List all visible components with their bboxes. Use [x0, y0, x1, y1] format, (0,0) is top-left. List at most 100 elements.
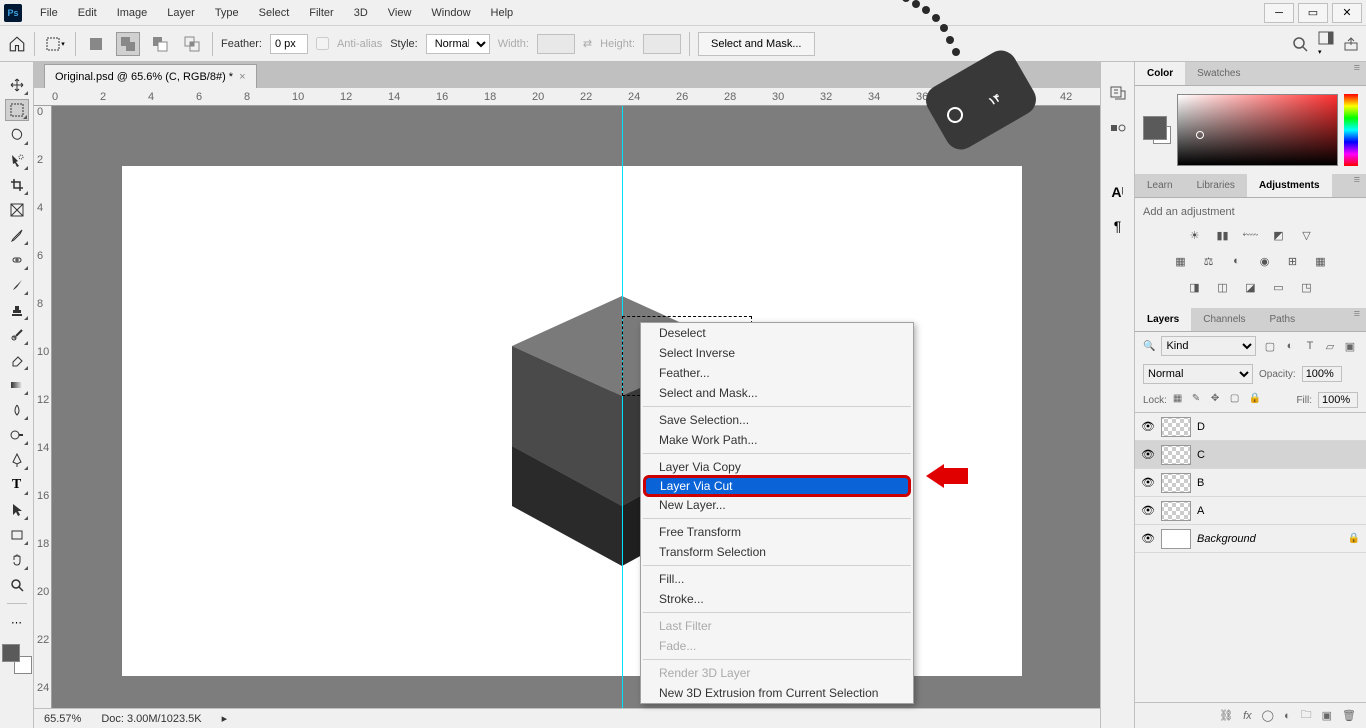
intersect-selection-icon[interactable]	[180, 32, 204, 56]
context-menu-item[interactable]: New 3D Extrusion from Current Selection	[641, 683, 913, 703]
panel-menu-icon[interactable]: ≡	[1348, 62, 1366, 85]
layer-row[interactable]: 👁 A	[1135, 497, 1366, 525]
menu-view[interactable]: View	[378, 3, 422, 23]
lock-position-icon[interactable]: ✥	[1211, 393, 1225, 407]
visibility-icon[interactable]: 👁	[1141, 476, 1155, 489]
hue-icon[interactable]: ▦	[1172, 252, 1190, 270]
foreground-color-swatch[interactable]	[1143, 116, 1167, 140]
tab-paths[interactable]: Paths	[1258, 308, 1308, 331]
invert-icon[interactable]: ◨	[1186, 278, 1204, 296]
group-icon[interactable]: 🗀	[1301, 706, 1312, 725]
path-select-tool[interactable]	[5, 499, 29, 521]
tab-adjustments[interactable]: Adjustments	[1247, 174, 1332, 197]
context-menu-item[interactable]: Save Selection...	[641, 410, 913, 430]
move-tool[interactable]	[5, 74, 29, 96]
home-icon[interactable]	[8, 35, 26, 53]
context-menu-item[interactable]: New Layer...	[641, 495, 913, 515]
lock-all-icon[interactable]: 🔒	[1249, 393, 1263, 407]
context-menu-item[interactable]: Deselect	[641, 323, 913, 343]
dodge-tool[interactable]	[5, 424, 29, 446]
add-selection-icon[interactable]	[116, 32, 140, 56]
posterize-icon[interactable]: ◫	[1214, 278, 1232, 296]
close-button[interactable]: ✕	[1332, 3, 1362, 23]
eraser-tool[interactable]	[5, 349, 29, 371]
filter-pixel-icon[interactable]: ▢	[1262, 338, 1278, 354]
layer-name[interactable]: D	[1197, 421, 1360, 433]
lock-artboard-icon[interactable]: ▢	[1230, 393, 1244, 407]
vibrance-icon[interactable]: ▽	[1298, 226, 1316, 244]
levels-icon[interactable]: ▮▮	[1214, 226, 1232, 244]
context-menu-item[interactable]: Transform Selection	[641, 542, 913, 562]
menu-3d[interactable]: 3D	[344, 3, 378, 23]
menu-help[interactable]: Help	[481, 3, 524, 23]
photo-filter-icon[interactable]: ◉	[1256, 252, 1274, 270]
opacity-value[interactable]: 100%	[1302, 366, 1342, 382]
status-arrow-icon[interactable]: ▸	[222, 712, 228, 725]
subtract-selection-icon[interactable]	[148, 32, 172, 56]
history-icon[interactable]	[1106, 82, 1130, 106]
layer-fx-icon[interactable]: fx	[1243, 710, 1252, 722]
selective-icon[interactable]: ◳	[1298, 278, 1316, 296]
adjustment-layer-icon[interactable]: ◐	[1284, 710, 1291, 722]
layer-thumbnail[interactable]	[1161, 473, 1191, 493]
brush-tool[interactable]	[5, 274, 29, 296]
context-menu-item[interactable]: Stroke...	[641, 589, 913, 609]
lookup-icon[interactable]: ▦	[1312, 252, 1330, 270]
layer-filter-kind[interactable]: Kind	[1161, 336, 1256, 356]
curves-icon[interactable]: ⬳	[1242, 226, 1260, 244]
layer-thumbnail[interactable]	[1161, 501, 1191, 521]
menu-edit[interactable]: Edit	[68, 3, 107, 23]
layer-name[interactable]: A	[1197, 505, 1360, 517]
layer-row[interactable]: 👁 D	[1135, 413, 1366, 441]
filter-adjust-icon[interactable]: ◐	[1282, 338, 1298, 354]
new-selection-icon[interactable]	[84, 32, 108, 56]
properties-icon[interactable]	[1106, 116, 1130, 140]
menu-type[interactable]: Type	[205, 3, 249, 23]
zoom-level[interactable]: 65.57%	[44, 713, 81, 725]
context-menu-item[interactable]: Layer Via Cut	[643, 475, 911, 497]
doc-info[interactable]: Doc: 3.00M/1023.5K	[101, 713, 201, 725]
blur-tool[interactable]	[5, 399, 29, 421]
visibility-icon[interactable]: 👁	[1141, 448, 1155, 461]
lock-pixels-icon[interactable]: ✎	[1192, 393, 1206, 407]
paragraph-icon[interactable]: ¶	[1106, 214, 1130, 238]
close-tab-icon[interactable]: ×	[239, 71, 245, 83]
vertical-ruler[interactable]: 024681012141618202224	[34, 106, 52, 708]
quick-select-tool[interactable]	[5, 149, 29, 171]
style-select[interactable]: Normal	[426, 34, 490, 54]
menu-filter[interactable]: Filter	[299, 3, 343, 23]
tab-channels[interactable]: Channels	[1191, 308, 1257, 331]
hand-tool[interactable]	[5, 549, 29, 571]
minimize-button[interactable]: ─	[1264, 3, 1294, 23]
zoom-tool[interactable]	[5, 574, 29, 596]
tab-layers[interactable]: Layers	[1135, 308, 1191, 331]
layer-name[interactable]: C	[1197, 449, 1360, 461]
filter-smart-icon[interactable]: ▣	[1342, 338, 1358, 354]
feather-input[interactable]	[270, 34, 308, 54]
layer-row[interactable]: 👁 B	[1135, 469, 1366, 497]
filter-type-icon[interactable]: T	[1302, 338, 1318, 354]
layer-name[interactable]: B	[1197, 477, 1360, 489]
tab-learn[interactable]: Learn	[1135, 174, 1185, 197]
frame-tool[interactable]	[5, 199, 29, 221]
lock-transparency-icon[interactable]: ▦	[1173, 393, 1187, 407]
layer-thumbnail[interactable]	[1161, 529, 1191, 549]
stamp-tool[interactable]	[5, 299, 29, 321]
link-layers-icon[interactable]: ⛓	[1219, 709, 1233, 722]
exposure-icon[interactable]: ◩	[1270, 226, 1288, 244]
layer-thumbnail[interactable]	[1161, 417, 1191, 437]
new-layer-icon[interactable]: ▣	[1322, 709, 1332, 722]
layer-name[interactable]: Background	[1197, 533, 1342, 545]
filter-shape-icon[interactable]: ▱	[1322, 338, 1338, 354]
context-menu-item[interactable]: Select Inverse	[641, 343, 913, 363]
brightness-icon[interactable]: ☀	[1186, 226, 1204, 244]
context-menu-item[interactable]: Free Transform	[641, 522, 913, 542]
visibility-icon[interactable]: 👁	[1141, 420, 1155, 433]
type-tool[interactable]: T	[5, 474, 29, 496]
color-picker-field[interactable]	[1177, 94, 1338, 166]
context-menu-item[interactable]: Feather...	[641, 363, 913, 383]
mixer-icon[interactable]: ⊞	[1284, 252, 1302, 270]
workspace-icon[interactable]: ▾	[1318, 31, 1334, 57]
layer-thumbnail[interactable]	[1161, 445, 1191, 465]
panel-menu-icon[interactable]: ≡	[1348, 174, 1366, 197]
